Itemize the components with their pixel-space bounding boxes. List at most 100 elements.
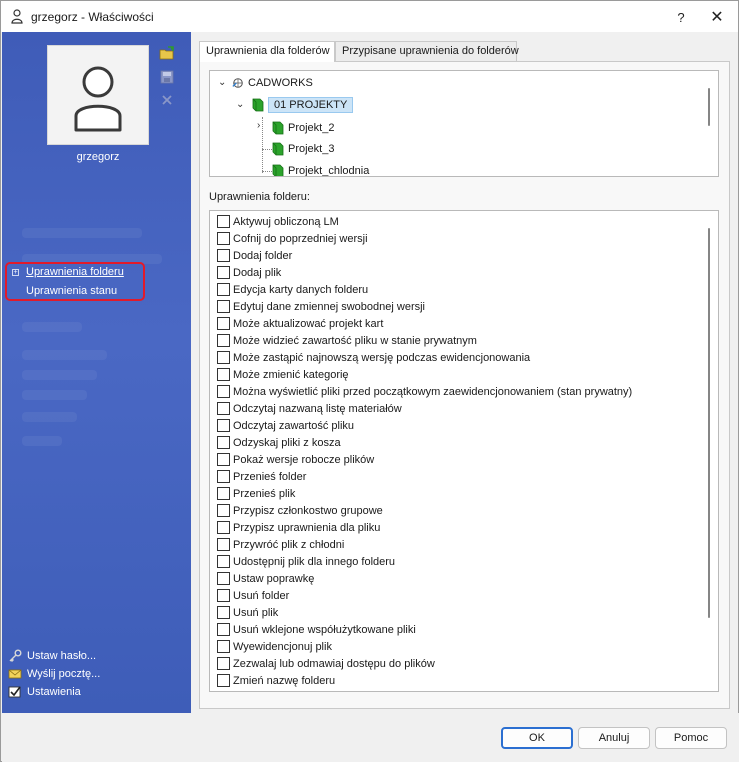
permission-label: Przypisz uprawnienia dla pliku <box>233 521 381 534</box>
settings-link[interactable]: Ustawienia <box>8 685 81 699</box>
permission-checkbox[interactable] <box>217 555 230 568</box>
tree-item-label: Projekt_2 <box>288 122 335 134</box>
permission-item[interactable]: Może aktualizować projekt kart <box>217 315 383 332</box>
permission-item[interactable]: Odzyskaj pliki z kosza <box>217 434 341 451</box>
chevron-right-icon[interactable]: › <box>257 120 260 131</box>
permission-checkbox[interactable] <box>217 334 230 347</box>
ok-button[interactable]: OK <box>501 727 573 749</box>
permission-item[interactable]: Przenieś folder <box>217 468 306 485</box>
faded-menu-text <box>22 370 97 380</box>
permission-item[interactable]: Edycja karty danych folderu <box>217 281 368 298</box>
permission-item[interactable]: Przenieś plik <box>217 485 295 502</box>
permission-item[interactable]: Przypisz uprawnienia dla pliku <box>217 519 380 536</box>
permission-checkbox[interactable] <box>217 453 230 466</box>
permission-item[interactable]: Dodaj folder <box>217 247 292 264</box>
permission-item[interactable]: Aktywuj obliczoną LM <box>217 213 339 230</box>
permission-checkbox[interactable] <box>217 385 230 398</box>
permission-label: Dodaj plik <box>233 266 282 279</box>
permission-label: Odzyskaj pliki z kosza <box>233 436 341 449</box>
permission-checkbox[interactable] <box>217 215 230 228</box>
chevron-down-icon[interactable]: ⌄ <box>218 77 226 88</box>
permission-item[interactable]: Ustaw poprawkę <box>217 570 314 587</box>
help-title-button[interactable]: ? <box>661 4 701 30</box>
permission-checkbox[interactable] <box>217 572 230 585</box>
open-folder-icon[interactable] <box>159 46 175 62</box>
permission-checkbox[interactable] <box>217 402 230 415</box>
expand-icon[interactable]: + <box>12 269 19 276</box>
permission-checkbox[interactable] <box>217 538 230 551</box>
permission-checkbox[interactable] <box>217 674 230 687</box>
tree-item-label: 01 PROJEKTY <box>268 97 354 113</box>
help-button[interactable]: Pomoc <box>655 727 727 749</box>
settings-label: Ustawienia <box>27 686 81 698</box>
tab-assigned-permissions[interactable]: Przypisane uprawnienia do folderów <box>335 41 519 61</box>
save-icon[interactable] <box>159 69 175 85</box>
properties-dialog: grzegorz - Właściwości ? ✕ grzegorz + Up… <box>0 0 739 762</box>
permission-checkbox[interactable] <box>217 504 230 517</box>
permission-item[interactable]: Może zmienić kategorię <box>217 366 349 383</box>
faded-menu-text <box>22 350 107 360</box>
permission-item[interactable]: Edytuj dane zmiennej swobodnej wersji <box>217 298 425 315</box>
permission-checkbox[interactable] <box>217 283 230 296</box>
faded-menu-text <box>22 436 62 446</box>
permission-item[interactable]: Udostępnij plik dla innego folderu <box>217 553 395 570</box>
permission-checkbox[interactable] <box>217 589 230 602</box>
permission-checkbox[interactable] <box>217 368 230 381</box>
permission-item[interactable]: Dodaj plik <box>217 264 281 281</box>
permission-checkbox[interactable] <box>217 657 230 670</box>
permission-item[interactable]: Przypisz członkostwo grupowe <box>217 502 383 519</box>
cancel-button[interactable]: Anuluj <box>578 727 650 749</box>
chevron-down-icon[interactable]: ⌄ <box>236 99 244 110</box>
close-button[interactable]: ✕ <box>697 4 737 30</box>
folder-tree[interactable]: ⌄ CADWORKS ⌄ 01 PROJEKTY › Projekt_2 Pro… <box>209 70 719 177</box>
permission-item[interactable]: Usuń plik <box>217 604 278 621</box>
permission-checkbox[interactable] <box>217 266 230 279</box>
permission-checkbox[interactable] <box>217 232 230 245</box>
nav-folder-permissions[interactable]: Uprawnienia folderu <box>26 266 124 278</box>
permission-checkbox[interactable] <box>217 317 230 330</box>
permission-item[interactable]: Usuń wklejone współużytkowane pliki <box>217 621 416 638</box>
tree-item-01-projekty[interactable]: 01 PROJEKTY <box>252 95 354 115</box>
send-mail-link[interactable]: Wyślij pocztę... <box>8 667 100 681</box>
permission-item[interactable]: Cofnij do poprzedniej wersji <box>217 230 368 247</box>
folder-icon <box>272 121 284 135</box>
permission-item[interactable]: Odczytaj nazwaną listę materiałów <box>217 400 402 417</box>
permission-checkbox[interactable] <box>217 300 230 313</box>
permission-checkbox[interactable] <box>217 640 230 653</box>
permission-checkbox[interactable] <box>217 470 230 483</box>
title-bar: grzegorz - Właściwości ? ✕ <box>1 1 738 32</box>
tree-item-projekt-3[interactable]: Projekt_3 <box>272 139 334 159</box>
tree-item-cadworks[interactable]: CADWORKS <box>232 73 313 93</box>
folder-icon <box>272 164 284 176</box>
permission-item[interactable]: Wyewidencjonuj plik <box>217 638 332 655</box>
permission-item[interactable]: Może zastąpić najnowszą wersję podczas e… <box>217 349 530 366</box>
permission-item[interactable]: Odczytaj zawartość pliku <box>217 417 354 434</box>
nav-state-permissions[interactable]: Uprawnienia stanu <box>26 285 117 297</box>
permission-checkbox[interactable] <box>217 249 230 262</box>
folder-icon <box>272 142 284 156</box>
permission-label: Przywróć plik z chłodni <box>233 538 345 551</box>
permission-item[interactable]: Pokaż wersje robocze plików <box>217 451 374 468</box>
set-password-link[interactable]: Ustaw hasło... <box>8 649 96 663</box>
tree-item-projekt-2[interactable]: Projekt_2 <box>272 118 334 138</box>
permission-item[interactable]: Zezwalaj lub odmawiaj dostępu do plików <box>217 655 435 672</box>
permission-item[interactable]: Może widzieć zawartość pliku w stanie pr… <box>217 332 477 349</box>
permission-checkbox[interactable] <box>217 351 230 364</box>
key-icon <box>9 649 22 662</box>
permission-checkbox[interactable] <box>217 606 230 619</box>
permission-item[interactable]: Można wyświetlić pliki przed początkowym… <box>217 383 632 400</box>
tree-item-projekt-chlodnia[interactable]: Projekt_chlodnia <box>272 161 369 176</box>
tree-scrollbar[interactable] <box>708 88 710 126</box>
permission-item[interactable]: Usuń folder <box>217 587 289 604</box>
permissions-scrollbar[interactable] <box>708 228 710 618</box>
permission-checkbox[interactable] <box>217 623 230 636</box>
permission-item[interactable]: Przywróć plik z chłodni <box>217 536 344 553</box>
permission-checkbox[interactable] <box>217 436 230 449</box>
delete-icon[interactable] <box>159 92 175 108</box>
permission-checkbox[interactable] <box>217 487 230 500</box>
permission-checkbox[interactable] <box>217 521 230 534</box>
tab-folder-permissions[interactable]: Uprawnienia dla folderów <box>199 41 335 62</box>
permission-checkbox[interactable] <box>217 419 230 432</box>
permission-label: Ustaw poprawkę <box>233 572 315 585</box>
permission-item[interactable]: Zmień nazwę folderu <box>217 672 335 689</box>
